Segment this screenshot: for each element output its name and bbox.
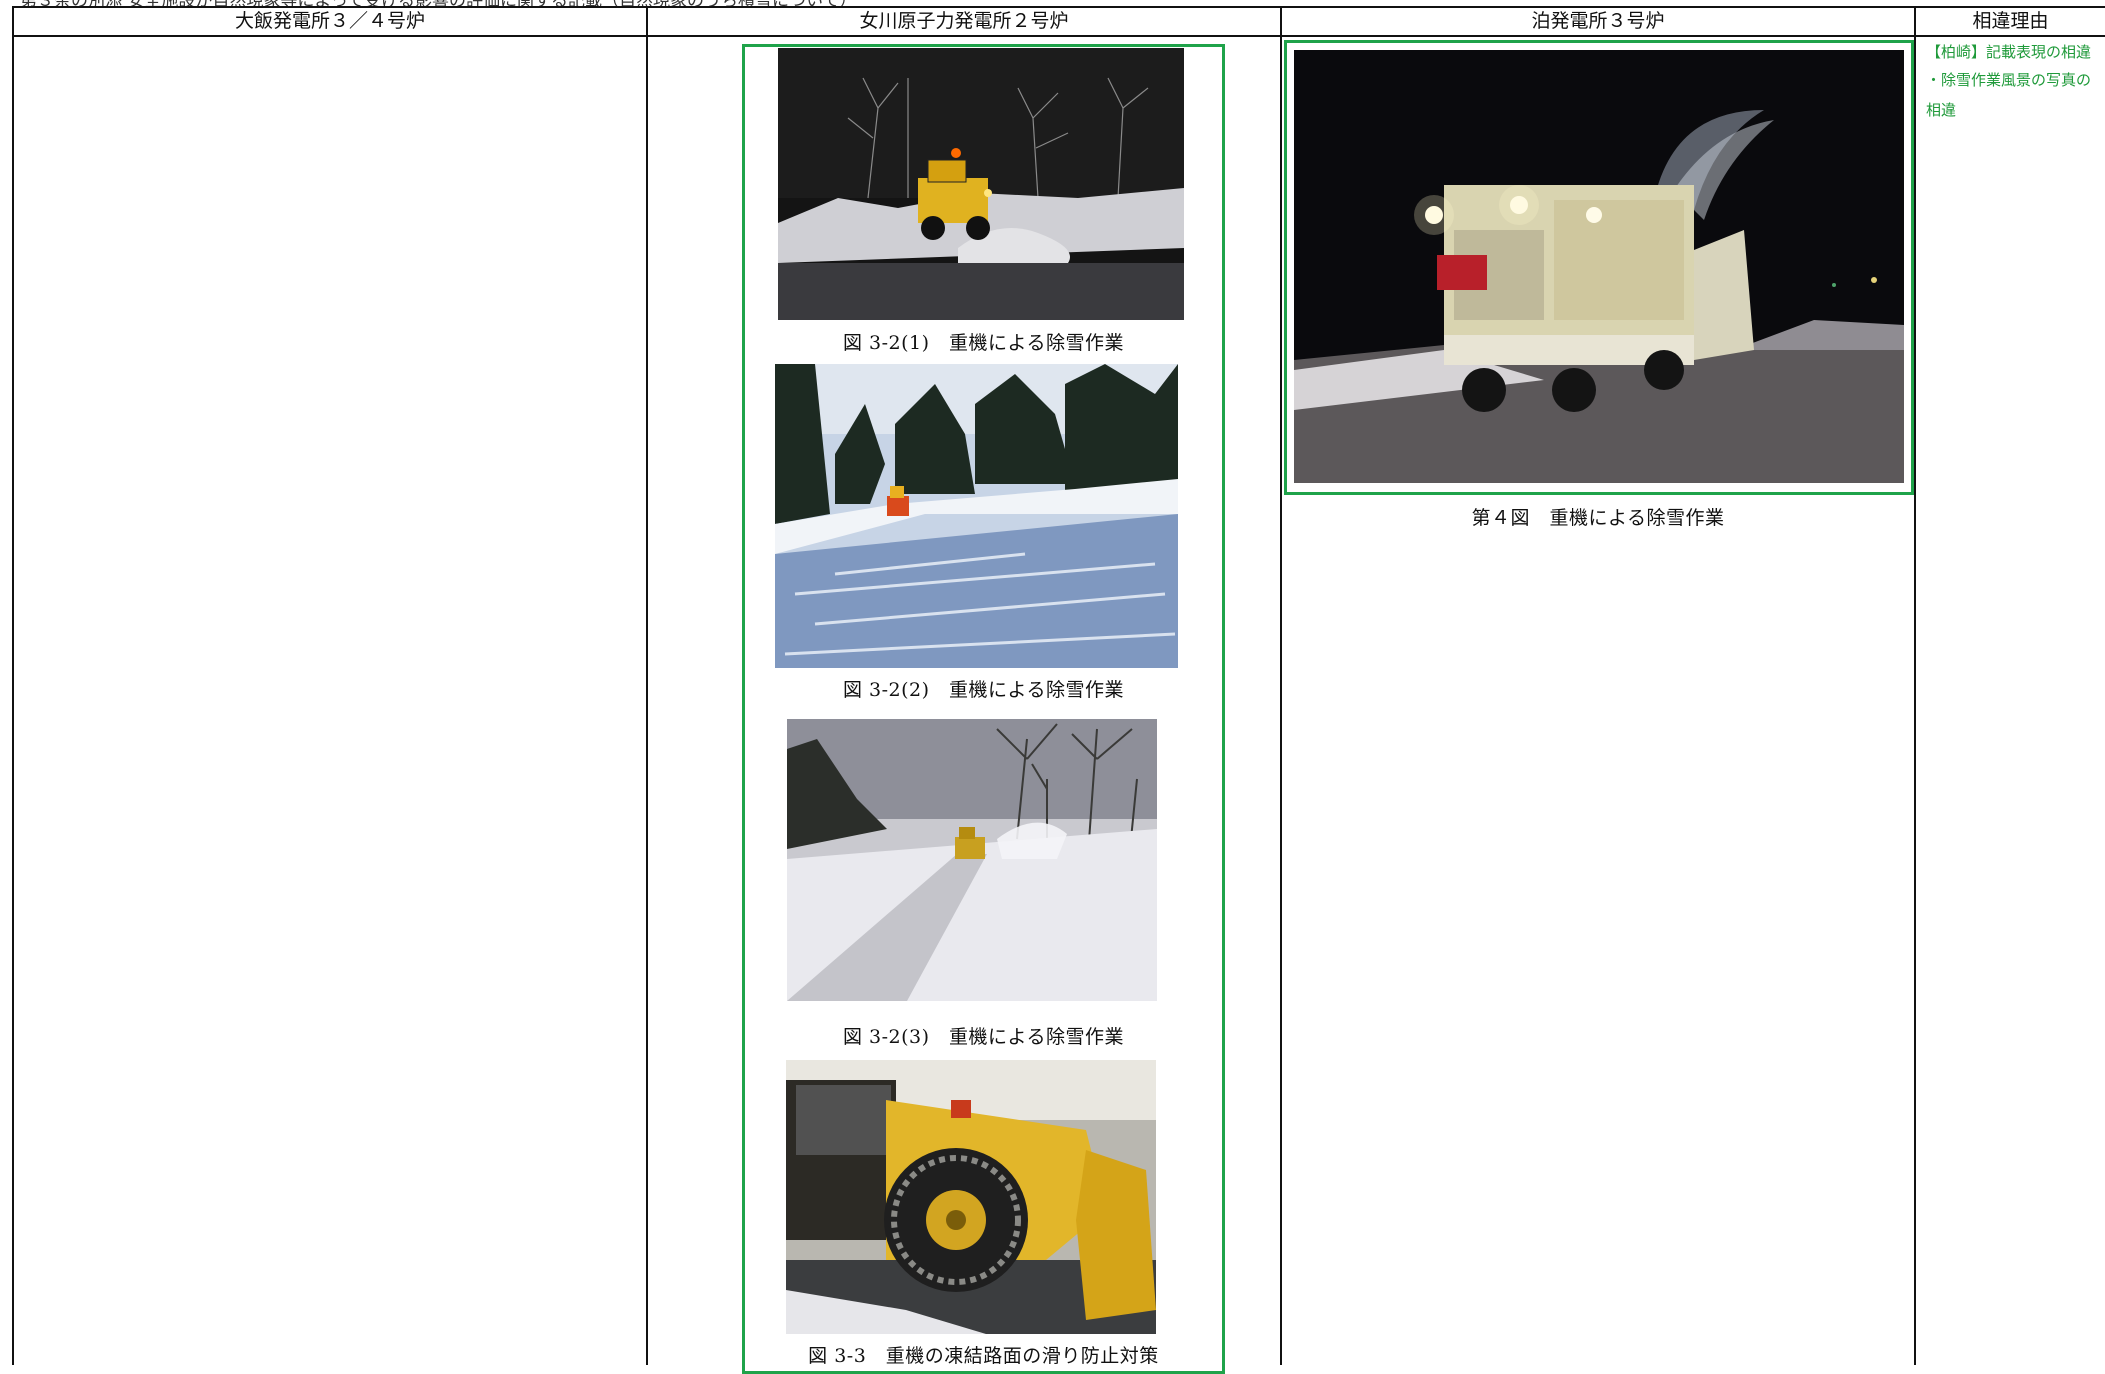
caption-fig-3-3: 図 3-3 重機の凍結路面の滑り防止対策 (808, 1345, 1159, 1367)
table-header-rule (12, 35, 2105, 37)
column-divider (646, 6, 648, 1365)
column-divider (12, 6, 14, 1365)
column-divider (1280, 6, 1282, 1365)
reason-note-line-3: 相違 (1926, 101, 1957, 119)
photo-rotary-snow-plow-night (1294, 50, 1904, 483)
photo-snow-blower-road (787, 719, 1157, 1001)
photo-snow-removal-night-loader (778, 48, 1184, 320)
caption-fig-3-2-1: 図 3-2(1) 重機による除雪作業 (843, 332, 1124, 354)
reason-note-line-1: 【柏崎】記載表現の相違 (1926, 43, 2092, 61)
photo-snow-removal-road-trees (775, 364, 1178, 668)
caption-fig-4: 第４図 重機による除雪作業 (1471, 507, 1725, 529)
caption-fig-3-2-3: 図 3-2(3) 重機による除雪作業 (843, 1026, 1124, 1048)
header-onagawa: 女川原子力発電所２号炉 (859, 10, 1069, 32)
reason-note-line-2: ・除雪作業風景の写真の (1926, 71, 2092, 89)
header-tomari: 泊発電所３号炉 (1531, 10, 1665, 32)
photo-loader-tire-chains (786, 1060, 1156, 1334)
column-divider (1914, 6, 1916, 1365)
header-ohi: 大飯発電所３／４号炉 (234, 10, 425, 32)
header-reason: 相違理由 (1972, 10, 2049, 32)
caption-fig-3-2-2: 図 3-2(2) 重機による除雪作業 (843, 679, 1124, 701)
